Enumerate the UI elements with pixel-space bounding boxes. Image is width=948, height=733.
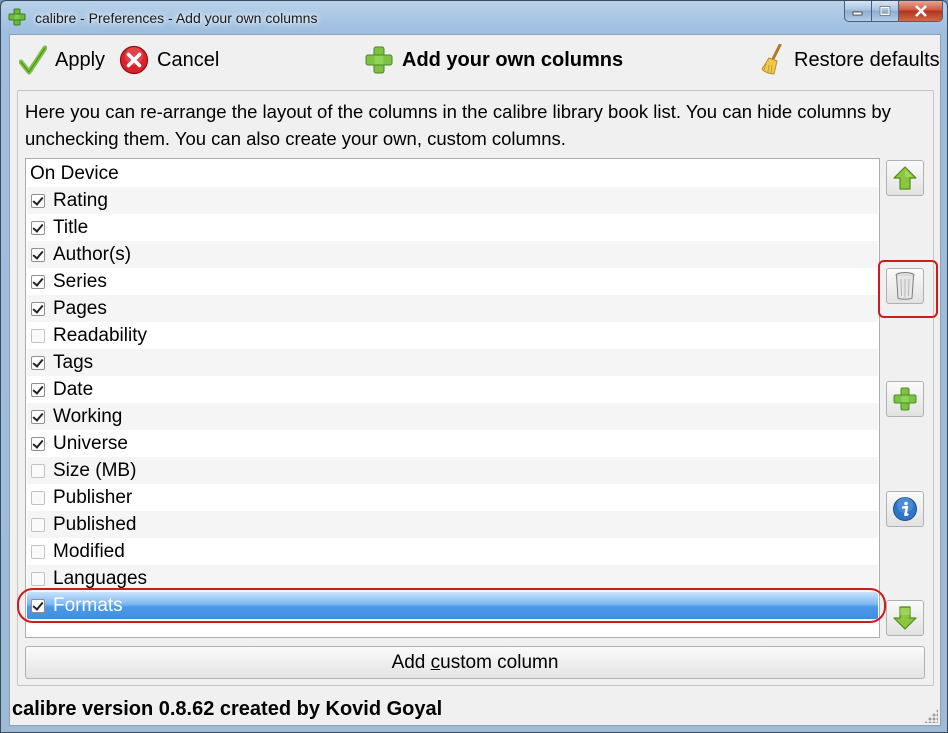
column-checkbox[interactable] bbox=[31, 382, 45, 397]
column-checkbox[interactable] bbox=[31, 193, 45, 208]
column-label: Tags bbox=[53, 351, 94, 373]
column-label: Modified bbox=[53, 540, 125, 562]
section-title: Add your own columns bbox=[402, 48, 624, 71]
column-label: Author(s) bbox=[53, 243, 132, 265]
arrow-down-icon bbox=[893, 606, 917, 630]
column-label: Series bbox=[53, 270, 107, 292]
minimize-button[interactable] bbox=[844, 1, 872, 22]
column-row[interactable]: Author(s) bbox=[27, 241, 878, 268]
column-row[interactable]: Readability bbox=[27, 322, 878, 349]
column-label: Title bbox=[53, 216, 89, 238]
cancel-button[interactable]: Cancel bbox=[119, 44, 219, 76]
minimize-icon bbox=[852, 11, 863, 16]
arrow-up-icon bbox=[893, 166, 917, 190]
column-checkbox[interactable] bbox=[31, 544, 45, 559]
description-text: Here you can re-arrange the layout of th… bbox=[25, 101, 891, 149]
maximize-button[interactable] bbox=[872, 1, 899, 22]
column-row[interactable]: Formats bbox=[27, 592, 878, 619]
column-label: Universe bbox=[53, 432, 128, 454]
column-checkbox[interactable] bbox=[31, 355, 45, 370]
column-row[interactable]: Working bbox=[27, 403, 878, 430]
column-checkbox[interactable] bbox=[31, 274, 45, 289]
column-row[interactable]: Tags bbox=[27, 349, 878, 376]
add-custom-column-label-end: ustom column bbox=[440, 651, 559, 673]
column-row[interactable]: Pages bbox=[27, 295, 878, 322]
column-row[interactable]: Languages bbox=[27, 565, 878, 592]
column-row[interactable]: Size (MB) bbox=[27, 457, 878, 484]
column-row[interactable]: Universe bbox=[27, 430, 878, 457]
column-label: Date bbox=[53, 378, 94, 400]
add-custom-column-mnemonic: c bbox=[430, 651, 441, 673]
section-heading: Add your own columns bbox=[364, 44, 623, 76]
close-icon bbox=[914, 5, 927, 17]
column-checkbox[interactable] bbox=[31, 409, 45, 424]
column-checkbox[interactable] bbox=[31, 328, 45, 343]
column-checkbox[interactable] bbox=[31, 571, 45, 586]
preferences-window: calibre - Preferences - Add your own col… bbox=[0, 0, 948, 733]
delete-column-button[interactable] bbox=[886, 268, 924, 304]
column-label: Pages bbox=[53, 297, 107, 319]
column-label: Working bbox=[53, 405, 123, 427]
column-checkbox[interactable] bbox=[31, 517, 45, 532]
columns-list[interactable]: On Device Rating Title Author(s) Series Pages… bbox=[25, 158, 880, 638]
column-label: Rating bbox=[53, 189, 108, 211]
version-text: calibre version 0.8.62 created by Kovid … bbox=[12, 698, 443, 720]
column-label: Readability bbox=[53, 324, 147, 346]
broom-icon bbox=[761, 44, 782, 75]
apply-button[interactable]: Apply bbox=[19, 44, 105, 76]
move-down-button[interactable] bbox=[886, 600, 924, 636]
column-checkbox[interactable] bbox=[31, 463, 45, 478]
restore-defaults-button[interactable]: Restore defaults bbox=[760, 44, 940, 76]
cancel-icon bbox=[119, 45, 149, 75]
column-row[interactable]: Published bbox=[27, 511, 878, 538]
column-checkbox[interactable] bbox=[31, 220, 45, 235]
column-row[interactable]: Rating bbox=[27, 187, 878, 214]
window-title: calibre - Preferences - Add your own col… bbox=[35, 10, 318, 26]
dialog-content: Apply Cancel Add your own columns Restor… bbox=[9, 34, 941, 726]
column-row[interactable]: Series bbox=[27, 268, 878, 295]
column-label: Size (MB) bbox=[53, 459, 137, 481]
title-bar[interactable]: calibre - Preferences - Add your own col… bbox=[1, 1, 947, 33]
add-column-button[interactable] bbox=[886, 381, 924, 417]
column-checkbox[interactable] bbox=[31, 490, 45, 505]
cancel-label: Cancel bbox=[157, 48, 220, 71]
column-label: Formats bbox=[53, 594, 123, 616]
column-checkbox[interactable] bbox=[31, 598, 45, 613]
column-row[interactable]: Title bbox=[27, 214, 878, 241]
add-custom-column-label-start: Add bbox=[391, 651, 431, 673]
plus-icon bbox=[893, 387, 917, 411]
close-button[interactable] bbox=[899, 1, 943, 22]
maximize-icon bbox=[879, 6, 891, 16]
caption-buttons bbox=[844, 1, 943, 22]
restore-defaults-label: Restore defaults bbox=[794, 48, 940, 71]
info-icon bbox=[893, 497, 917, 521]
move-up-button[interactable] bbox=[886, 160, 924, 196]
column-row[interactable]: Publisher bbox=[27, 484, 878, 511]
column-row[interactable]: On Device bbox=[27, 160, 879, 187]
checkmark-icon bbox=[19, 45, 47, 75]
column-checkbox[interactable] bbox=[31, 301, 45, 316]
column-label: On Device bbox=[30, 162, 119, 184]
column-label: Languages bbox=[53, 567, 148, 589]
column-info-button[interactable] bbox=[886, 491, 924, 527]
calibre-plus-icon bbox=[8, 8, 26, 26]
column-checkbox[interactable] bbox=[31, 436, 45, 451]
add-custom-column-button[interactable]: Add c ustom column bbox=[25, 646, 925, 679]
plus-icon bbox=[365, 46, 393, 74]
column-row[interactable]: Modified bbox=[27, 538, 878, 565]
apply-label: Apply bbox=[55, 48, 106, 71]
column-row[interactable]: Date bbox=[27, 376, 878, 403]
trash-icon bbox=[895, 272, 915, 300]
resize-grip-icon[interactable] bbox=[924, 709, 938, 723]
column-label: Publisher bbox=[53, 486, 133, 508]
toolbar: Apply Cancel Add your own columns Restor… bbox=[10, 35, 940, 85]
column-label: Published bbox=[53, 513, 137, 535]
column-checkbox[interactable] bbox=[31, 247, 45, 262]
